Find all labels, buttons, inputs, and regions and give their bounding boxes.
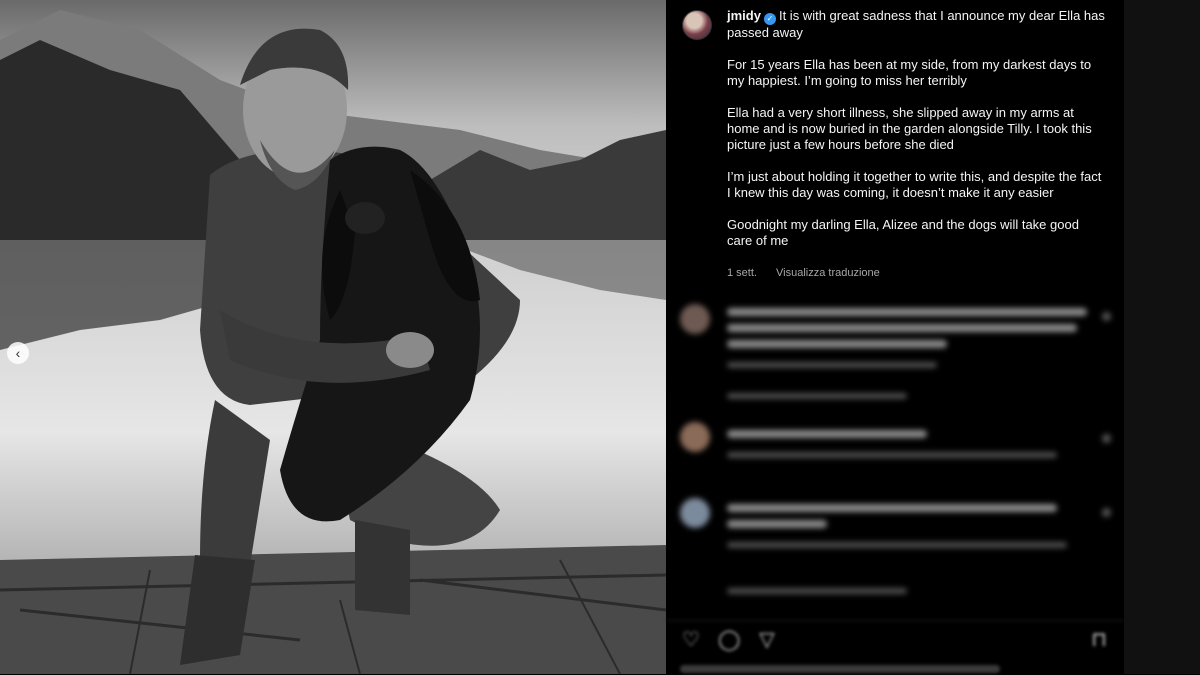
like-comment-icon[interactable] (1102, 312, 1111, 321)
comment-text-blur (727, 430, 927, 438)
page-background-edge (1124, 0, 1200, 674)
comment-meta-blur (727, 542, 1067, 548)
comment-meta-blur (727, 452, 1057, 458)
post-detail-panel: jmidy ✓ It is with great sadness that I an… (666, 0, 1124, 674)
comments-list-blurred (666, 290, 1124, 620)
caption-paragraph: I’m just about holding it together to wr… (727, 169, 1102, 200)
caption-paragraph: Ella had a very short illness, she slipp… (727, 105, 1092, 152)
comment-avatar[interactable] (680, 498, 710, 528)
see-translation-link[interactable]: Visualizza traduzione (776, 267, 880, 279)
chevron-left-icon: ‹ (15, 345, 21, 361)
save-bookmark-icon[interactable]: ⊓ (1088, 629, 1110, 651)
verified-badge-icon: ✓ (763, 13, 776, 25)
carousel-prev-button[interactable]: ‹ (7, 342, 29, 364)
comment-avatar[interactable] (680, 304, 710, 334)
caption-paragraph: Goodnight my darling Ella, Alizee and th… (727, 217, 1079, 248)
username-link[interactable]: jmidy (727, 8, 761, 23)
caption-meta: 1 sett. Visualizza traduzione (727, 267, 896, 279)
post-photo: ‹ (0, 0, 666, 674)
comment-text-blur (727, 324, 1077, 332)
like-comment-icon[interactable] (1102, 434, 1111, 443)
view-replies-blur[interactable] (727, 393, 907, 399)
comment-avatar[interactable] (680, 422, 710, 452)
like-heart-icon[interactable]: ♡ (680, 629, 702, 651)
comment-bubble-icon[interactable]: ◯ (718, 629, 740, 651)
post-time-ago: 1 sett. (727, 267, 757, 279)
post-caption: jmidy ✓ It is with great sadness that I an… (727, 8, 1107, 265)
comment-text-blur (727, 504, 1057, 512)
comment-text-blur (727, 520, 827, 528)
caption-text: It is with great sadness that I announce… (727, 8, 1105, 40)
avatar[interactable] (682, 10, 712, 40)
comment-text-blur (727, 340, 947, 348)
comment-meta-blur (727, 362, 937, 368)
like-comment-icon[interactable] (1102, 508, 1111, 517)
caption-first-paragraph: jmidy ✓ It is with great sadness that I an… (727, 8, 1107, 41)
post-action-bar: ♡ ◯ ▽ ⊓ (666, 620, 1124, 675)
photo-illustration (0, 0, 666, 674)
caption-paragraph: For 15 years Ella has been at my side, f… (727, 57, 1092, 88)
likes-summary-blur (680, 665, 1000, 673)
share-send-icon[interactable]: ▽ (756, 629, 778, 651)
comment-text-blur (727, 308, 1087, 316)
view-replies-blur[interactable] (727, 588, 907, 594)
